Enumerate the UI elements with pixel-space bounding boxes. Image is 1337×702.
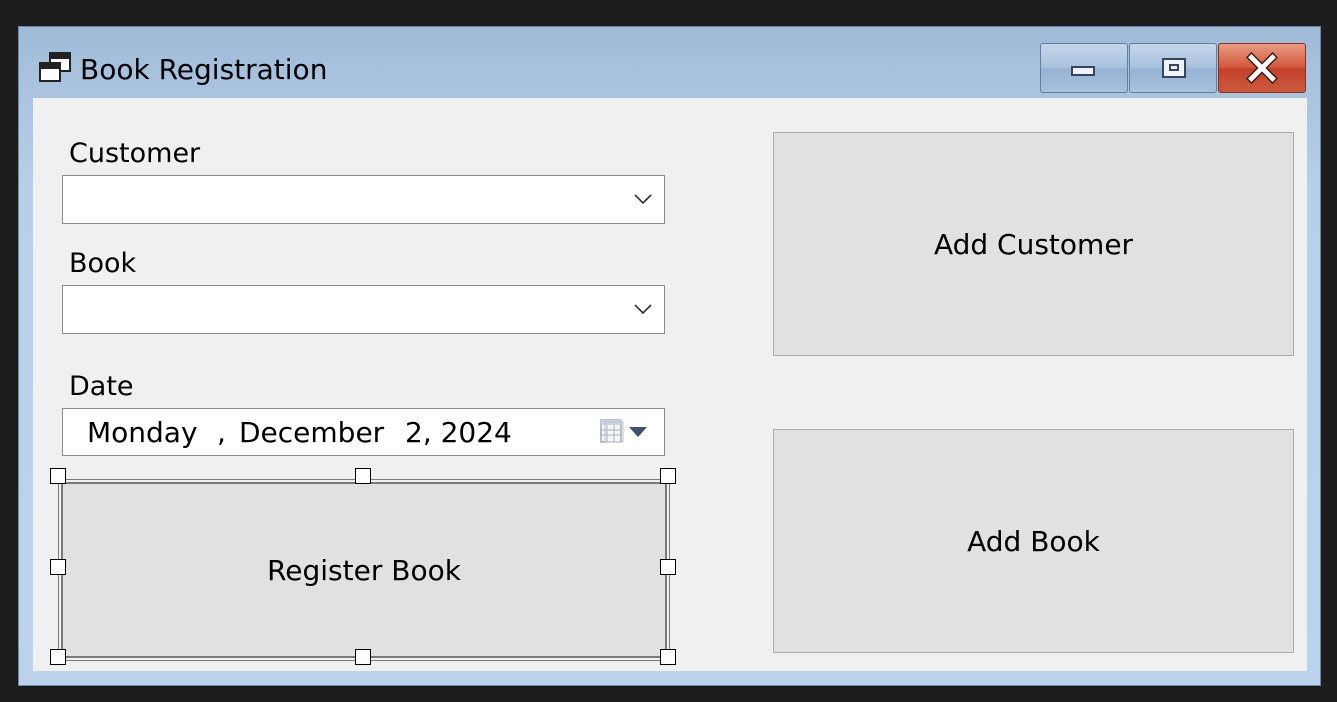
- add-book-button[interactable]: Add Book: [773, 429, 1294, 653]
- register-book-button[interactable]: Register Book: [58, 479, 670, 661]
- form-client-area: Customer Book Date Monday , December 2, …: [33, 98, 1307, 671]
- book-combobox[interactable]: [62, 285, 665, 334]
- date-day-year[interactable]: 2, 2024: [405, 415, 512, 451]
- resize-handle-bottom-center[interactable]: [355, 649, 371, 665]
- resize-handle-bottom-left[interactable]: [50, 649, 66, 665]
- date-label: Date: [69, 371, 134, 402]
- add-book-label: Add Book: [967, 524, 1100, 558]
- maximize-icon: [1162, 58, 1186, 78]
- date-weekday[interactable]: Monday: [87, 415, 198, 451]
- date-separator: ,: [217, 416, 226, 449]
- register-book-label: Register Book: [267, 553, 461, 587]
- resize-handle-bottom-right[interactable]: [660, 649, 676, 665]
- app-window: Book Registration Customer Book Date Mon…: [18, 26, 1321, 686]
- chevron-down-icon[interactable]: [632, 188, 654, 210]
- resize-handle-middle-left[interactable]: [50, 559, 66, 575]
- add-customer-label: Add Customer: [933, 227, 1134, 261]
- minimize-button[interactable]: [1040, 43, 1128, 93]
- resize-handle-top-right[interactable]: [660, 468, 676, 484]
- resize-handle-middle-right[interactable]: [660, 559, 676, 575]
- dropdown-arrow-icon[interactable]: [629, 427, 647, 437]
- date-picker[interactable]: Monday , December 2, 2024: [62, 408, 665, 456]
- resize-handle-top-left[interactable]: [50, 468, 66, 484]
- form-icon[interactable]: [38, 51, 72, 85]
- close-button[interactable]: [1218, 43, 1306, 93]
- calendar-icon[interactable]: [599, 418, 625, 444]
- close-icon: [1246, 52, 1278, 84]
- customer-label: Customer: [69, 138, 201, 169]
- resize-handle-top-center[interactable]: [355, 468, 371, 484]
- maximize-button[interactable]: [1129, 43, 1217, 93]
- book-label: Book: [69, 248, 137, 279]
- window-title: Book Registration: [80, 53, 328, 86]
- date-month[interactable]: December: [239, 415, 384, 451]
- customer-combobox[interactable]: [62, 175, 665, 224]
- minimize-icon: [1071, 66, 1095, 76]
- chevron-down-icon[interactable]: [632, 298, 654, 320]
- add-customer-button[interactable]: Add Customer: [773, 132, 1294, 356]
